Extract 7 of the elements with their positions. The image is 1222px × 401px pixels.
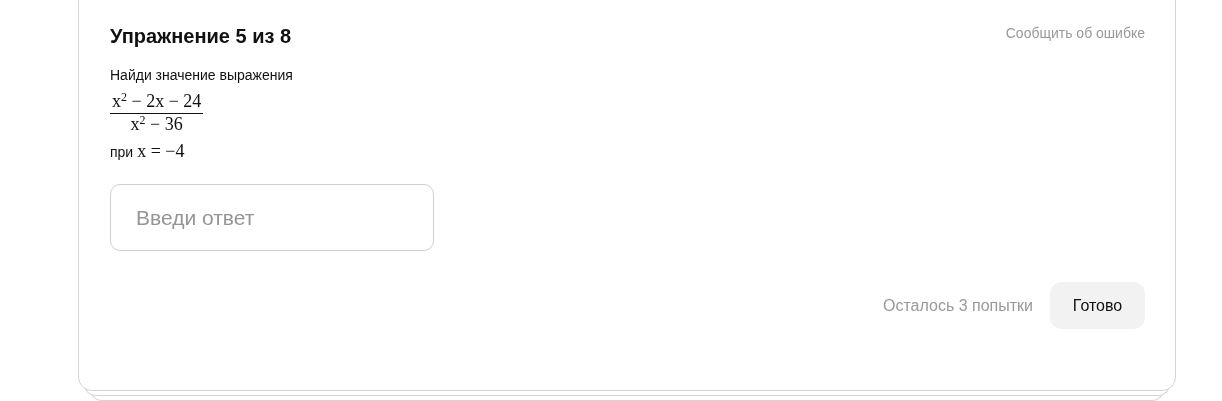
condition-formula: x = −4	[137, 141, 185, 162]
condition-label: при	[110, 144, 134, 160]
answer-field[interactable]: Введи ответ	[110, 184, 434, 251]
exercise-title: Упражнение 5 из 8	[110, 24, 292, 49]
instruction-text: Найди значение выражения	[110, 67, 294, 83]
submit-button[interactable]: Готово	[1050, 282, 1145, 329]
attempts-text: Осталось 3 попытки	[882, 296, 1033, 315]
